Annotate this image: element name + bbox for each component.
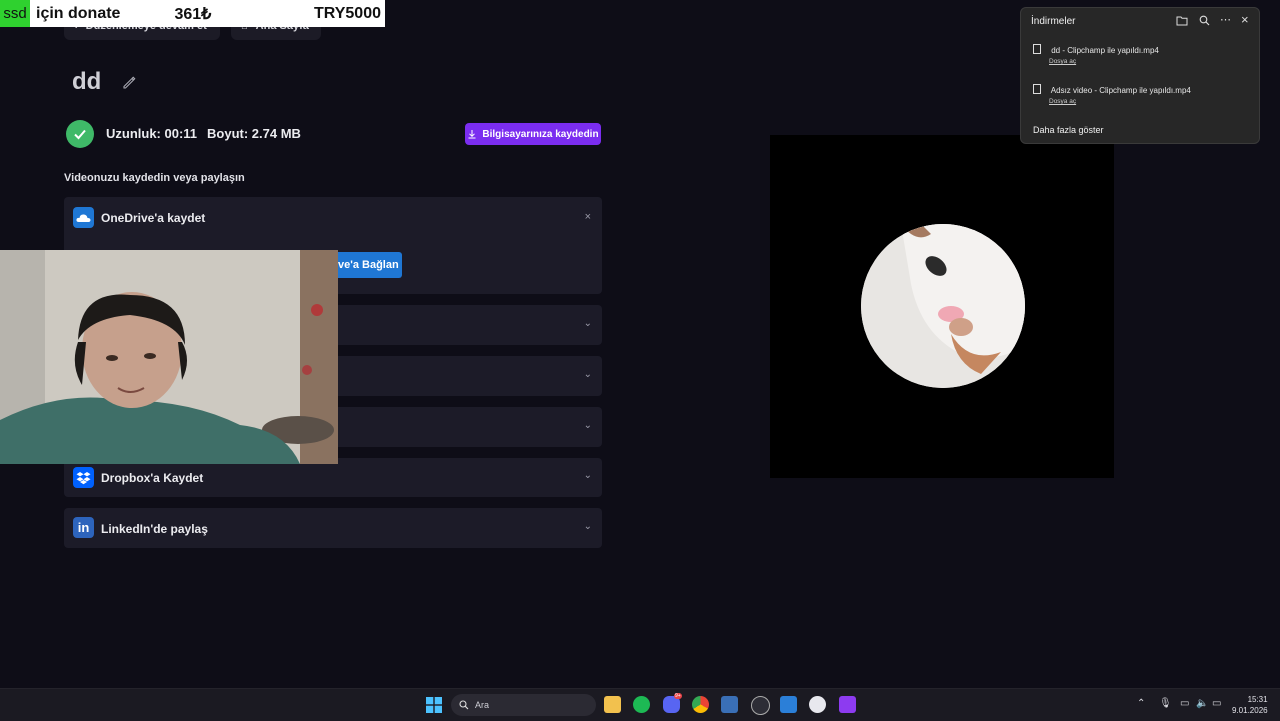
linkedin-label: LinkedIn'de paylaş [101,522,208,536]
webcam-overlay [0,250,338,464]
chevron-down-icon: ⌄ [583,318,592,329]
close-icon[interactable]: × [1241,12,1249,27]
taskbar-clock[interactable]: 15:31 9.01.2026 [1232,694,1268,716]
file-icon [1033,44,1041,54]
app-icon[interactable] [751,696,770,715]
dropbox-label: Dropbox'a Kaydet [101,471,204,485]
media-player-icon[interactable] [809,696,826,713]
download-filename: Adsız video - Clipchamp ile yapıldı.mp4 [1050,86,1191,95]
clipchamp-icon[interactable] [839,696,856,713]
search-icon[interactable] [1199,15,1210,26]
battery-icon[interactable]: ▭ [1212,698,1221,709]
app-icon[interactable] [780,696,797,713]
chevron-up-icon[interactable]: ⌃ [1137,698,1145,709]
donation-tag: ssd [0,0,30,27]
taskbar-search[interactable]: Ara [451,694,596,716]
onedrive-connect-label: ve'a Bağlan [338,259,399,271]
save-button-label: Bilgisayarınıza kaydedin [482,128,599,140]
video-preview[interactable] [770,135,1114,478]
chevron-down-icon: ⌄ [583,369,592,380]
app-icon[interactable] [721,696,738,713]
share-heading: Videonuzu kaydedin veya paylaşın [64,172,245,184]
file-explorer-icon[interactable] [604,696,621,713]
chevron-down-icon: ⌄ [583,521,592,532]
open-file-link[interactable]: Dosya aç [1049,58,1159,65]
donation-amount: 361₺ [174,5,212,23]
size-text: Boyut: 2.74 MB [207,126,301,141]
download-icon [468,130,476,139]
show-more-link[interactable]: Daha fazla göster [1033,125,1104,135]
onedrive-label: OneDrive'a kaydet [101,211,206,225]
windows-start-icon[interactable] [426,697,442,713]
chevron-down-icon: ⌄ [583,470,592,481]
chrome-icon[interactable] [692,696,709,713]
project-title: dd [72,68,102,95]
pencil-icon[interactable] [121,74,137,90]
search-icon [459,700,469,710]
downloads-panel: İndirmeler ⋯ × dd - Clipchamp ile yapıld… [1020,7,1260,144]
search-placeholder: Ara [475,700,490,710]
file-icon [1033,84,1041,94]
donation-overlay: ssd için donate 361₺ TRY5000 [0,0,385,27]
microphone-icon[interactable]: 🎙 [1159,698,1172,709]
spotify-icon[interactable] [633,696,650,713]
linkedin-card[interactable]: in LinkedIn'de paylaş ⌄ [64,508,602,548]
donation-goal: TRY5000 [314,4,381,22]
linkedin-icon: in [73,517,94,538]
discord-badge: 9+ [674,693,682,699]
onedrive-connect-button[interactable]: ve'a Bağlan [338,252,402,278]
monitor-icon[interactable]: ▭ [1180,698,1189,709]
video-meta: Uzunluk: 00:11 Boyut: 2.74 MB [106,126,301,141]
folder-icon[interactable] [1176,15,1188,26]
chevron-down-icon: ⌄ [583,420,592,431]
onedrive-icon [73,207,94,228]
clock-time: 15:31 [1247,695,1268,704]
save-to-computer-button[interactable]: Bilgisayarınıza kaydedin [465,123,601,145]
open-file-link[interactable]: Dosya aç [1049,98,1191,105]
more-options-icon[interactable]: ⋯ [1220,13,1231,26]
check-icon [66,120,94,148]
donation-text: için donate [36,4,121,22]
download-item[interactable]: Adsız video - Clipchamp ile yapıldı.mp4 … [1033,84,1191,105]
volume-icon[interactable]: 🔈 [1196,698,1208,709]
download-item[interactable]: dd - Clipchamp ile yapıldı.mp4 Dosya aç [1033,44,1159,65]
duration-text: Uzunluk: 00:11 [106,126,198,141]
downloads-title: İndirmeler [1031,16,1076,27]
cat-video-frame [861,224,1025,388]
clock-date: 9.01.2026 [1232,706,1268,715]
dropbox-icon [73,467,94,488]
download-filename: dd - Clipchamp ile yapıldı.mp4 [1051,46,1159,55]
taskbar: Ara 9+ ⌃ 🎙 ▭ 🔈 ▭ 15:31 9.01.2026 [0,688,1280,721]
close-icon[interactable]: × [585,211,591,223]
